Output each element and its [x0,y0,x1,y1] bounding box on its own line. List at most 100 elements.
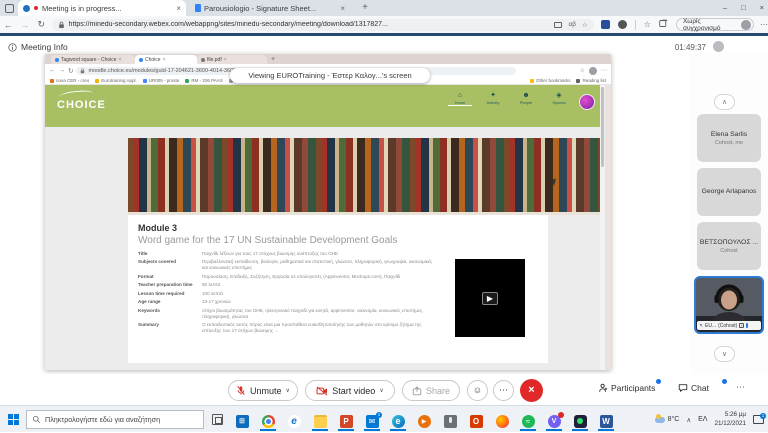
taskbar-app-word[interactable]: W [596,412,616,430]
close-tab-icon[interactable]: × [119,57,122,63]
participant-tile[interactable]: ΒΕΤΣΟΠΟΥΛΟΣ ... Cohost [697,222,761,270]
taskbar-app-spotify[interactable]: ≈ [518,412,538,430]
chat-button[interactable]: Chat [678,383,709,393]
new-tab-button[interactable]: + [271,56,275,63]
taskbar-app-viber[interactable]: V [544,412,564,430]
address-bar[interactable]: https://minedu-secondary.webex.com/webap… [52,19,594,31]
refresh-button[interactable]: ↻ [68,67,73,75]
refresh-button[interactable]: ↻ [33,19,50,30]
media-player-icon: ▶ [418,415,431,428]
back-button[interactable]: ← [49,67,56,74]
taskbar-app-file-explorer[interactable] [310,412,330,430]
maximize-button[interactable]: □ [741,3,746,12]
chrome-icon [262,415,275,428]
audio-status-icon[interactable] [713,41,724,52]
close-tab-icon[interactable]: × [224,57,227,63]
bookmark-item[interactable]: Eurotraining Appl. [95,78,137,83]
close-tab-icon[interactable]: × [176,4,181,13]
site-user-avatar[interactable] [579,94,595,110]
favorites-bar-icon[interactable]: ☆ [644,20,651,29]
taskbar-app-powerpoint[interactable]: P [336,412,356,430]
collections-icon[interactable] [659,19,668,30]
pin-icon[interactable]: + [739,323,744,328]
browser-menu-icon[interactable]: ⋯ [601,67,607,74]
participants-button[interactable]: Participants [598,383,655,393]
site-scrollbar[interactable] [600,85,605,370]
nav-activity[interactable]: ✦ Activity [481,92,505,106]
unmute-button[interactable]: Unmute ∨ [228,380,298,401]
embedded-video-player[interactable]: ▶ [455,259,525,337]
tab-title: Choice [145,57,161,63]
close-tab-icon[interactable]: × [163,57,166,63]
site-logo[interactable]: CHOICE [57,99,106,111]
nav-spaces[interactable]: ◈ Spaces [547,92,571,106]
participant-name: George Arlapanos [702,188,757,195]
bookmark-item[interactable]: nova CER - creo [50,78,89,83]
browser-menu-icon[interactable]: ⋯ [760,20,768,29]
meeting-info-button[interactable]: Meeting Info [8,42,68,52]
taskbar-app-webex[interactable] [570,412,590,430]
notifications-icon[interactable]: 1 [753,415,764,424]
taskbar-app-store[interactable]: ⊞ [232,412,252,430]
language-indicator[interactable]: ΕΛ [698,416,707,423]
shared-tab[interactable]: Tagword square - Choice × [51,55,135,64]
minimize-button[interactable]: – [723,3,727,12]
favorite-star-icon[interactable]: ☆ [580,67,585,74]
browser-tab-docs[interactable]: Parousiologio - Signature Sheet... × [190,0,350,16]
participant-tile[interactable]: George Arlapanos [697,168,761,216]
active-speaker-video-tile[interactable]: EU... (Cohost) + [694,276,764,334]
tray-expand-icon[interactable]: ∧ [686,416,691,424]
taskbar-app-media-player[interactable]: ▶ [414,412,434,430]
extension-icon[interactable] [618,20,627,29]
bookmark-item[interactable]: UR005 - proste [143,78,180,83]
close-button[interactable]: × [760,3,764,12]
play-icon[interactable]: ▶ [482,292,498,305]
taskbar-app-chrome[interactable] [258,412,278,430]
reading-list[interactable]: Reading list [576,78,606,83]
scrollbar-thumb[interactable] [601,87,604,167]
start-video-button[interactable]: Start video ∨ [305,380,395,401]
participant-tile[interactable]: Elena Sarlis Cohost, me [697,114,761,162]
clock[interactable]: 5:26 μμ 21/12/2021 [714,411,746,428]
forward-button[interactable]: → [59,67,66,74]
taskbar-app-firefox[interactable] [492,412,512,430]
extension-icon[interactable] [601,20,610,29]
nav-home[interactable]: ⌂ Home [448,92,472,106]
shared-tab[interactable]: file.pdf × [197,55,267,64]
favicon [55,58,59,62]
favorite-star-icon[interactable]: ☆ [582,21,588,29]
nav-people[interactable]: ☻ People [514,92,538,106]
more-options-button[interactable]: ⋯ [493,380,514,401]
taskbar-search[interactable]: Πληκτρολογήστε εδώ για αναζήτηση [26,410,204,429]
task-view-icon[interactable] [212,414,223,425]
tab-actions-icon[interactable] [5,4,14,13]
weather-widget[interactable]: 8°C [655,416,680,423]
back-button[interactable]: ← [0,20,17,30]
split-screen-icon[interactable] [554,22,562,28]
shared-tab-active[interactable]: Choice × [135,55,197,64]
close-tab-icon[interactable]: × [340,4,345,13]
profile-avatar[interactable] [589,67,597,75]
read-aloud-icon[interactable]: αβ [568,21,576,28]
taskbar-app-microphone[interactable] [440,412,460,430]
forward-button[interactable]: → [17,20,34,30]
chevron-down-icon[interactable]: ∨ [286,387,290,394]
footer-more-button[interactable]: ⋯ [736,382,745,393]
chevron-down-icon[interactable]: ∨ [379,387,383,394]
taskbar-app-mail[interactable]: ✉1 [362,412,382,430]
reactions-button[interactable]: ☺ [467,380,488,401]
browser-tab-meeting[interactable]: Meeting is in progress... × [18,0,186,16]
taskbar-app-office[interactable]: O [466,412,486,430]
bookmark-item[interactable]: RM - 206 PAAS [185,78,222,83]
profile-button[interactable]: Χωρίς συγχρονισμό [676,18,754,31]
taskbar-app-internet-explorer[interactable]: e [284,412,304,430]
new-tab-button[interactable]: + [358,1,372,15]
taskbar-app-edge[interactable]: e [388,412,408,430]
other-bookmarks[interactable]: Other bookmarks [530,78,571,83]
start-button[interactable] [8,414,19,425]
share-button[interactable]: Share [402,380,460,401]
leave-meeting-button[interactable]: × [520,379,543,402]
scroll-down-button[interactable]: ∨ [714,346,735,362]
info-icon [8,43,17,52]
scroll-up-button[interactable]: ∧ [714,94,735,110]
